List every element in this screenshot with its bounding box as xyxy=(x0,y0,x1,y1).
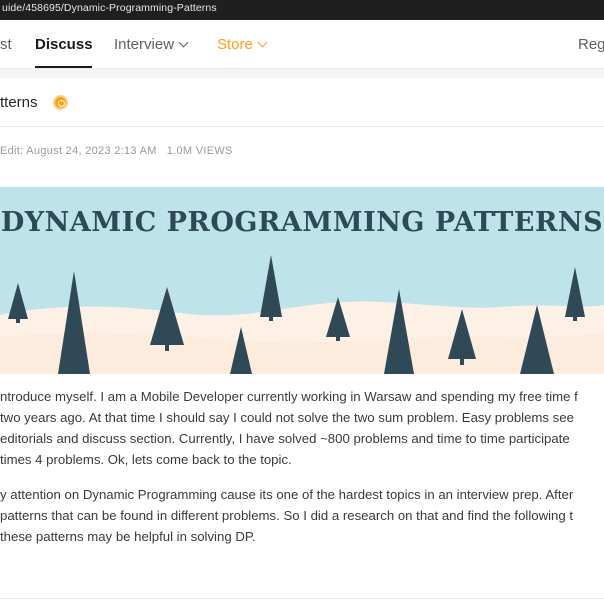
coin-icon[interactable] xyxy=(53,95,68,110)
title-divider xyxy=(0,126,604,127)
header-spacer xyxy=(0,69,604,78)
nav-item-discuss[interactable]: Discuss xyxy=(35,36,93,53)
paragraph-line: two years ago. At that time I should say… xyxy=(0,410,574,425)
post-title: tterns xyxy=(0,94,38,111)
paragraph-line: patterns that can be found in different … xyxy=(0,508,574,523)
post-banner-image: DYNAMIC PROGRAMMING PATTERNS xyxy=(0,187,604,374)
paragraph-line: editorials and discuss section. Currentl… xyxy=(0,431,570,446)
nav-item-partial[interactable]: st xyxy=(0,36,12,53)
post-paragraph-2: y attention on Dynamic Programming cause… xyxy=(0,484,604,547)
post-meta: Edit: August 24, 2023 2:13 AM 1.0M VIEWS xyxy=(0,145,233,157)
nav-item-store[interactable]: Store xyxy=(217,36,268,53)
url-text: uide/458695/Dynamic-Programming-Patterns xyxy=(2,2,217,14)
paragraph-line: ntroduce myself. I am a Mobile Developer… xyxy=(0,389,578,404)
nav-item-register[interactable]: Regi xyxy=(578,36,604,53)
chevron-down-icon xyxy=(257,37,268,48)
nav-item-interview-label: Interview xyxy=(114,36,175,53)
post-paragraph-1: ntroduce myself. I am a Mobile Developer… xyxy=(0,386,604,470)
paragraph-line: times 4 problems. Ok, lets come back to … xyxy=(0,452,292,467)
content-bottom-divider xyxy=(0,598,604,599)
nav-item-store-label: Store xyxy=(217,36,253,53)
post-edit-date: Edit: August 24, 2023 2:13 AM xyxy=(0,145,157,157)
post-view-count: 1.0M VIEWS xyxy=(166,145,233,157)
paragraph-line: y attention on Dynamic Programming cause… xyxy=(0,487,574,502)
nav-item-interview[interactable]: Interview xyxy=(114,36,189,53)
top-nav: st Discuss Interview Store Regi xyxy=(0,20,604,69)
browser-url-bar[interactable]: uide/458695/Dynamic-Programming-Patterns xyxy=(0,0,604,20)
chevron-down-icon xyxy=(178,37,189,48)
active-tab-indicator xyxy=(35,66,92,68)
paragraph-line: these patterns may be helpful in solving… xyxy=(0,529,256,544)
banner-title: DYNAMIC PROGRAMMING PATTERNS xyxy=(0,207,604,238)
